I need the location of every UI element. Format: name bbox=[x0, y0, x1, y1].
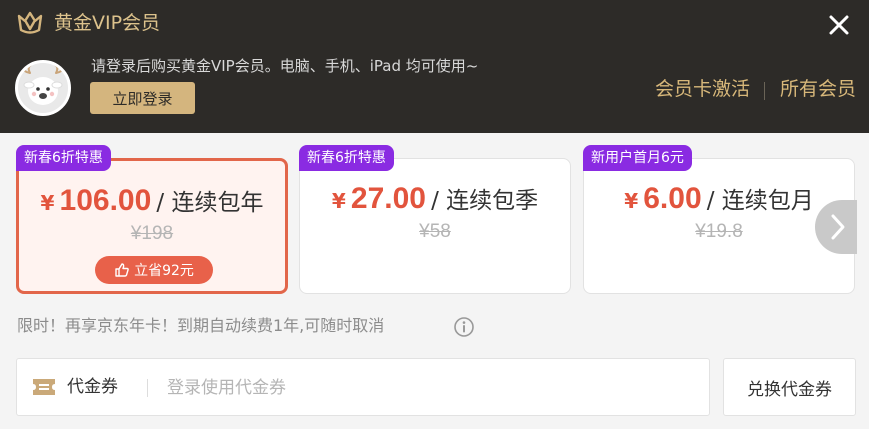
price-unit: / 连续包季 bbox=[431, 188, 539, 214]
login-button[interactable]: 立即登录 bbox=[90, 82, 195, 114]
coupon-input[interactable] bbox=[165, 371, 689, 405]
page-title: 黄金VIP会员 bbox=[54, 12, 161, 34]
price-row: ¥ 6.00 / 连续包月 bbox=[584, 181, 854, 216]
crown-v-icon bbox=[17, 11, 43, 34]
next-plan-button[interactable] bbox=[815, 200, 857, 254]
coupon-label: 代金券 bbox=[67, 377, 118, 397]
chevron-right-icon bbox=[831, 214, 845, 240]
original-price: ¥58 bbox=[419, 221, 451, 242]
avatar bbox=[15, 60, 71, 116]
header-divider bbox=[764, 82, 765, 100]
price-row: ¥ 27.00 / 连续包季 bbox=[300, 181, 570, 216]
currency-symbol: ¥ bbox=[40, 191, 55, 215]
info-icon[interactable] bbox=[453, 316, 475, 338]
price-value: 27.00 bbox=[350, 182, 426, 215]
currency-symbol: ¥ bbox=[624, 189, 639, 213]
currency-symbol: ¥ bbox=[331, 189, 346, 213]
all-members-link[interactable]: 所有会员 bbox=[780, 76, 856, 102]
activate-card-link[interactable]: 会员卡激活 bbox=[655, 76, 750, 102]
save-badge: 立省92元 bbox=[95, 256, 213, 284]
plan-badge: 新用户首月6元 bbox=[583, 145, 692, 171]
plan-card-yearly[interactable]: ¥ 106.00 / 连续包年 ¥198 立省92元 bbox=[16, 158, 288, 294]
price-unit: / 连续包年 bbox=[156, 190, 264, 216]
plan-badge: 新春6折特惠 bbox=[299, 145, 394, 171]
coupon-divider bbox=[147, 379, 148, 397]
redeem-coupon-button[interactable]: 兑换代金券 bbox=[723, 358, 856, 416]
coupon-field: 代金券 bbox=[16, 358, 710, 416]
price-unit: / 连续包月 bbox=[706, 188, 814, 214]
coupon-ticket-icon bbox=[33, 379, 55, 395]
original-price: ¥198 bbox=[130, 223, 174, 244]
promo-text: 限时！再享京东年卡！到期自动续费1年,可随时取消 bbox=[17, 316, 385, 335]
price-value: 6.00 bbox=[643, 182, 702, 215]
header-bar: 黄金VIP会员 请登录后购买黄金VIP会员。电脑、手机、iPad 均可使用~ 立… bbox=[0, 0, 869, 133]
deer-avatar-icon bbox=[18, 63, 68, 113]
original-price: ¥19.8 bbox=[695, 221, 743, 242]
price-row: ¥ 106.00 / 连续包年 bbox=[19, 183, 285, 218]
plan-card-quarterly[interactable]: ¥ 27.00 / 连续包季 ¥58 bbox=[299, 158, 571, 294]
close-icon[interactable] bbox=[826, 12, 852, 38]
thumbs-up-icon bbox=[115, 263, 129, 277]
plan-badge: 新春6折特惠 bbox=[16, 145, 111, 171]
price-value: 106.00 bbox=[59, 184, 152, 217]
save-label: 立省92元 bbox=[134, 263, 194, 279]
login-notice: 请登录后购买黄金VIP会员。电脑、手机、iPad 均可使用~ bbox=[91, 57, 479, 75]
